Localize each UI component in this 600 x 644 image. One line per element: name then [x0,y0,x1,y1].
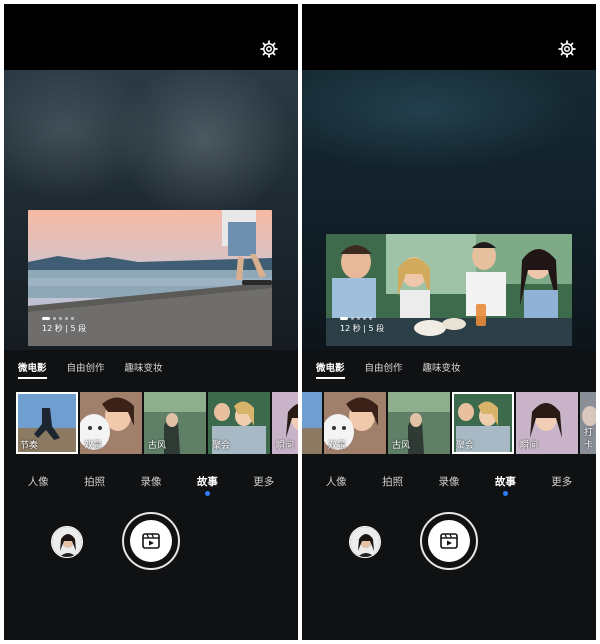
camera-mode-bar: 人像 拍照 录像 故事 更多 [4,474,298,496]
template-thumb-rhythm-partial[interactable] [302,392,322,454]
template-label: 古风 [392,441,411,451]
gear-icon[interactable] [558,40,576,58]
preview-duration-caption: 12 秒 | 5 段 [42,324,87,333]
camera-mode-video[interactable]: 录像 [140,474,161,489]
template-filmstrip: 双景 古风 聚会 瞬间 打卡 [302,392,596,454]
gallery-thumbnail[interactable] [51,526,83,558]
gallery-thumbnail-image [350,527,380,557]
gear-icon[interactable] [260,40,278,58]
story-template-tabs: 微电影 自由创作 趣味变妆 [18,360,163,379]
shutter-button[interactable] [420,512,478,570]
camera-mode-photo[interactable]: 拍照 [84,474,105,489]
top-bar [4,4,298,70]
camera-mode-portrait[interactable]: 人像 [28,474,49,489]
template-thumb-moment[interactable]: 瞬间 [272,392,298,454]
camera-mode-story[interactable]: 故事 [197,474,218,496]
camera-mode-more[interactable]: 更多 [551,474,572,489]
camera-mode-story[interactable]: 故事 [495,474,516,496]
story-film-icon [440,533,458,549]
top-bar [302,4,596,70]
preview-duration-caption: 12 秒 | 5 段 [340,324,385,333]
template-label: 古风 [148,441,167,451]
tab-free-creation[interactable]: 自由创作 [365,360,403,379]
tab-micro-film[interactable]: 微电影 [18,360,47,379]
template-thumb-check-in[interactable]: 打卡 [580,392,596,454]
template-thumb-party[interactable]: 聚会 [208,392,270,454]
preview-page-dots [340,317,372,320]
story-film-icon [142,533,160,549]
preview-page-dots [42,317,74,320]
template-label: 双景 [328,441,347,451]
tab-free-creation[interactable]: 自由创作 [67,360,105,379]
template-label: 聚会 [212,441,231,451]
story-preview-video[interactable]: 12 秒 | 5 段 [28,210,272,346]
camera-mode-more[interactable]: 更多 [253,474,274,489]
template-label: 节奏 [20,441,39,451]
template-thumb-dual-view[interactable]: 双景 [80,392,142,454]
camera-mode-portrait[interactable]: 人像 [326,474,347,489]
template-thumb-ancient-style[interactable]: 古风 [144,392,206,454]
camera-screen-right: 12 秒 | 5 段 微电影 自由创作 趣味变妆 双景 古风 聚会 瞬间 打卡 … [302,4,596,640]
template-label: 双景 [84,441,103,451]
shutter-button[interactable] [122,512,180,570]
template-filmstrip: 节奏 双景 古风 聚会 瞬间 [4,392,298,454]
template-label: 瞬间 [520,441,539,451]
tab-fun-makeover[interactable]: 趣味变妆 [125,360,163,379]
camera-screen-left: 12 秒 | 5 段 微电影 自由创作 趣味变妆 节奏 双景 古风 聚会 瞬间 … [4,4,298,640]
story-preview-video[interactable]: 12 秒 | 5 段 [326,234,572,346]
camera-mode-bar: 人像 拍照 录像 故事 更多 [302,474,596,496]
gallery-thumbnail[interactable] [349,526,381,558]
tab-micro-film[interactable]: 微电影 [316,360,345,379]
template-thumb-ancient-style[interactable]: 古风 [388,392,450,454]
template-thumb-moment[interactable]: 瞬间 [516,392,578,454]
camera-mode-photo[interactable]: 拍照 [382,474,403,489]
template-label: 瞬间 [276,441,295,451]
template-thumb-dual-view[interactable]: 双景 [324,392,386,454]
template-thumb-rhythm[interactable]: 节奏 [16,392,78,454]
gallery-thumbnail-image [52,527,82,557]
template-label: 聚会 [456,441,475,451]
story-template-tabs: 微电影 自由创作 趣味变妆 [316,360,461,379]
camera-mode-video[interactable]: 录像 [438,474,459,489]
tab-fun-makeover[interactable]: 趣味变妆 [423,360,461,379]
template-thumb-party[interactable]: 聚会 [452,392,514,454]
template-label: 打卡 [584,428,594,451]
